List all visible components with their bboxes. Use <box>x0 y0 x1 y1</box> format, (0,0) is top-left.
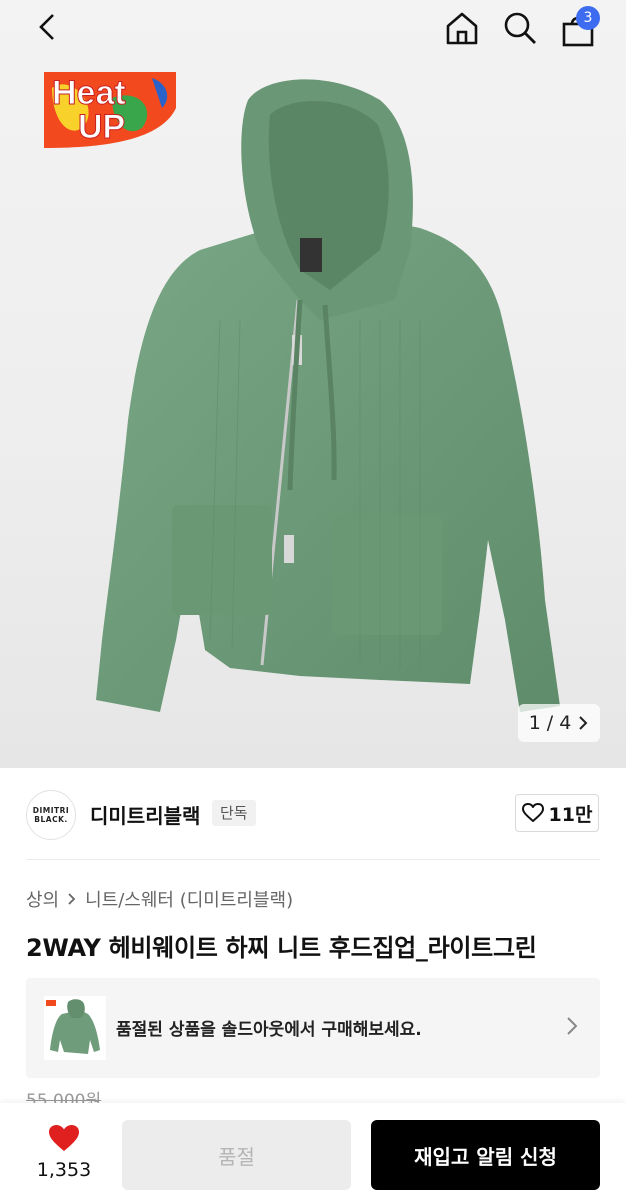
exclusive-tag: 단독 <box>212 800 256 826</box>
product-title: 2WAY 헤비웨이트 하찌 니트 후드집업_라이트그린 <box>26 934 537 962</box>
breadcrumb: 상의 니트/스웨터 (디미트리블랙) <box>26 886 293 912</box>
chevron-right-icon <box>68 893 76 905</box>
restock-alert-button[interactable]: 재입고 알림 신청 <box>371 1120 600 1190</box>
brand-name[interactable]: 디미트리블랙 <box>90 800 200 829</box>
svg-text:UP: UP <box>78 108 125 146</box>
brand-like-count: 11만 <box>548 803 593 826</box>
heat-up-logo: Heat UP <box>44 72 176 148</box>
pager-total: 4 <box>559 712 572 734</box>
soldout-button[interactable]: 품절 <box>122 1120 351 1190</box>
bottom-action-bar: 1,353 품절 재입고 알림 신청 <box>0 1103 626 1200</box>
image-pager[interactable]: 1 / 4 <box>518 704 600 742</box>
heat-up-badge: Heat UP <box>42 68 178 150</box>
brand-logo[interactable]: DIMITRI BLACK. <box>26 790 76 840</box>
top-navigation: 3 <box>0 0 626 56</box>
svg-text:Heat: Heat <box>52 74 126 112</box>
product-image[interactable]: Heat UP 1 / 4 <box>0 0 626 768</box>
pager-current: 1 <box>528 712 541 734</box>
heart-filled-icon <box>49 1125 79 1151</box>
breadcrumb-subcategory[interactable]: 니트/스웨터 (디미트리블랙) <box>85 886 293 912</box>
soldout-message: 품절된 상품을 솔드아웃에서 구매해보세요. <box>116 1020 422 1040</box>
like-button[interactable]: 1,353 <box>30 1123 98 1181</box>
brand-row: DIMITRI BLACK. 디미트리블랙 단독 11만 <box>26 786 600 842</box>
chevron-right-icon <box>579 716 588 730</box>
back-button[interactable] <box>30 10 64 44</box>
product-thumbnail <box>44 996 106 1060</box>
chevron-right-icon <box>567 1017 578 1035</box>
heart-outline-icon <box>521 803 544 822</box>
search-button[interactable] <box>500 8 540 48</box>
brand-logo-line1: DIMITRI <box>32 806 70 815</box>
soldout-banner[interactable]: 품절된 상품을 솔드아웃에서 구매해보세요. <box>26 978 600 1078</box>
brand-like-button[interactable]: 11만 <box>515 794 599 832</box>
hoodie-thumbnail <box>44 996 106 1060</box>
search-icon <box>504 12 536 44</box>
cart-count-badge: 3 <box>576 6 600 30</box>
home-button[interactable] <box>442 8 482 48</box>
divider <box>26 859 600 860</box>
brand-logo-line2: BLACK. <box>34 815 68 824</box>
back-arrow-icon <box>39 14 54 40</box>
like-count: 1,353 <box>36 1159 92 1181</box>
pager-separator: / <box>546 712 554 734</box>
breadcrumb-category[interactable]: 상의 <box>26 886 59 912</box>
home-icon <box>446 12 478 45</box>
